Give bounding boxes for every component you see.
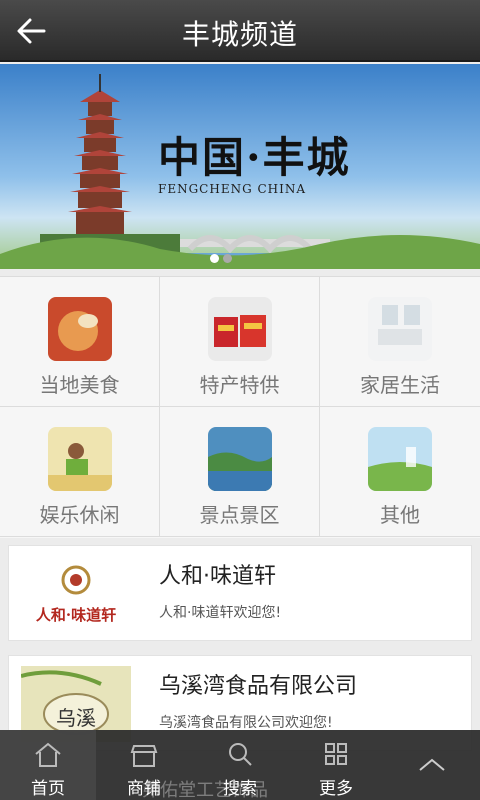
nav-label: 更多 (319, 779, 353, 799)
carousel-dot[interactable] (223, 254, 232, 263)
category-label: 其他 (380, 503, 420, 527)
category-specialty[interactable]: 特产特供 (160, 277, 320, 407)
home-icon (35, 742, 61, 767)
shop-logo-text: 人和·味道轩 (35, 606, 117, 624)
category-label: 娱乐休闲 (39, 503, 120, 527)
scenic-spot-thumb (208, 427, 272, 491)
category-label: 当地美食 (39, 373, 120, 397)
page-title: 丰城频道 (181, 18, 298, 51)
local-food-thumb (48, 297, 112, 361)
other-thumb (368, 427, 432, 491)
home-living-thumb (368, 297, 432, 361)
overlapped-shop-title: 弗佑堂工艺饰品 (142, 780, 268, 800)
search-icon (229, 743, 252, 766)
carousel-dot-active[interactable] (210, 254, 219, 263)
shop-logo-text: 乌溪 (56, 706, 96, 730)
shop-name: 乌溪湾食品有限公司 (159, 674, 358, 699)
category-grid: 当地美食 特产特供 家居生活 娱乐休闲 景点景区 其他 (0, 276, 480, 538)
category-leisure[interactable]: 娱乐休闲 (0, 407, 160, 537)
category-local-food[interactable]: 当地美食 (0, 277, 160, 407)
carousel-dots (210, 248, 236, 267)
category-other[interactable]: 其他 (320, 407, 480, 537)
chevron-up-icon (419, 758, 445, 771)
nav-home[interactable]: 首页 (0, 730, 96, 800)
header-bar: 丰城频道 (0, 0, 480, 62)
leisure-thumb (48, 427, 112, 491)
hills-illustration (0, 235, 480, 269)
nav-label: 首页 (31, 779, 65, 799)
shop-description: 乌溪湾食品有限公司欢迎您! (159, 715, 333, 731)
shop-logo: 人和·味道轩 (21, 556, 131, 632)
banner-carousel[interactable]: 中国·丰城 FENGCHENG CHINA (0, 64, 480, 269)
category-scenic-spot[interactable]: 景点景区 (160, 407, 320, 537)
shop-name: 人和·味道轩 (159, 564, 276, 589)
nav-more[interactable]: 更多 (288, 730, 384, 800)
specialty-thumb (208, 297, 272, 361)
grid-icon (325, 743, 347, 765)
category-home-living[interactable]: 家居生活 (320, 277, 480, 407)
list-item[interactable]: 人和·味道轩 人和·味道轩 人和·味道轩欢迎您! (8, 545, 472, 641)
banner-subtitle: FENGCHENG CHINA (158, 182, 307, 196)
nav-collapse[interactable] (384, 730, 480, 800)
category-label: 特产特供 (199, 373, 280, 397)
category-label: 家居生活 (360, 373, 440, 397)
banner-title: 中国·丰城 (158, 133, 351, 182)
shop-icon (130, 745, 158, 767)
category-label: 景点景区 (199, 503, 280, 527)
shop-description: 人和·味道轩欢迎您! (159, 605, 282, 621)
